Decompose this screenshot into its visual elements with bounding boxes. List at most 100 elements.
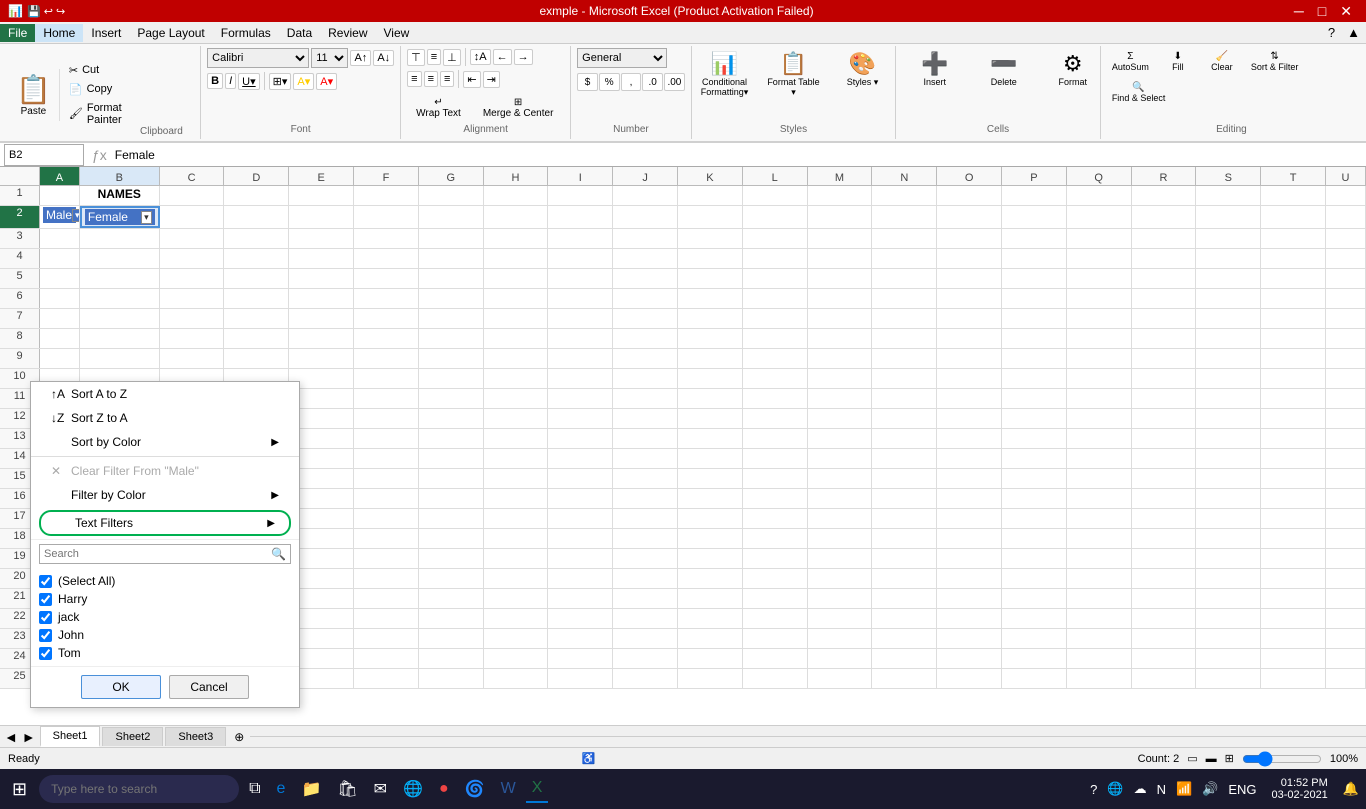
cell-r18[interactable]: [1132, 529, 1197, 548]
checkbox-harry[interactable]: [39, 593, 52, 606]
cell-c6[interactable]: [160, 289, 225, 308]
cell-r6[interactable]: [1132, 289, 1197, 308]
cell-i8[interactable]: [548, 329, 613, 348]
cell-l9[interactable]: [743, 349, 808, 368]
cell-l3[interactable]: [743, 229, 808, 248]
cell-r5[interactable]: [1132, 269, 1197, 288]
cell-k14[interactable]: [678, 449, 743, 468]
cell-l2[interactable]: [743, 206, 808, 228]
sort-filter-button[interactable]: ⇅ Sort & Filter: [1246, 48, 1304, 75]
cell-p6[interactable]: [1002, 289, 1067, 308]
cell-l1[interactable]: [743, 186, 808, 205]
cell-q10[interactable]: [1067, 369, 1132, 388]
row-num-2[interactable]: 2: [0, 206, 40, 228]
increase-indent-btn[interactable]: ⇥: [483, 71, 500, 88]
col-header-p[interactable]: P: [1002, 167, 1067, 185]
cell-f18[interactable]: [354, 529, 419, 548]
sheet-tab-3[interactable]: Sheet3: [165, 727, 226, 746]
cell-u1[interactable]: [1326, 186, 1366, 205]
mail-icon[interactable]: ✉: [368, 775, 393, 803]
cell-m3[interactable]: [808, 229, 873, 248]
cell-t22[interactable]: [1261, 609, 1326, 628]
cell-l18[interactable]: [743, 529, 808, 548]
cell-b1[interactable]: NAMES: [80, 186, 160, 205]
cell-d6[interactable]: [224, 289, 289, 308]
cell-i5[interactable]: [548, 269, 613, 288]
cut-button[interactable]: ✂ Cut: [64, 62, 127, 79]
col-header-a[interactable]: A: [40, 167, 80, 185]
cell-n10[interactable]: [872, 369, 937, 388]
cell-h21[interactable]: [484, 589, 549, 608]
cell-e4[interactable]: [289, 249, 354, 268]
cell-u6[interactable]: [1326, 289, 1366, 308]
cell-f9[interactable]: [354, 349, 419, 368]
copy-button[interactable]: 📄 Copy: [64, 81, 127, 98]
cell-u16[interactable]: [1326, 489, 1366, 508]
cell-j3[interactable]: [613, 229, 678, 248]
cell-i23[interactable]: [548, 629, 613, 648]
cell-m7[interactable]: [808, 309, 873, 328]
cell-s20[interactable]: [1196, 569, 1261, 588]
cell-g3[interactable]: [419, 229, 484, 248]
onenote-icon[interactable]: N: [1154, 780, 1169, 799]
cell-q15[interactable]: [1067, 469, 1132, 488]
cell-t21[interactable]: [1261, 589, 1326, 608]
menu-data[interactable]: Data: [279, 24, 320, 42]
checkbox-john[interactable]: [39, 629, 52, 642]
cell-h11[interactable]: [484, 389, 549, 408]
cell-o10[interactable]: [937, 369, 1002, 388]
cell-t5[interactable]: [1261, 269, 1326, 288]
cell-a7[interactable]: [40, 309, 80, 328]
cell-t8[interactable]: [1261, 329, 1326, 348]
cell-p5[interactable]: [1002, 269, 1067, 288]
cell-j12[interactable]: [613, 409, 678, 428]
number-format-select[interactable]: General: [577, 48, 667, 68]
cell-p1[interactable]: [1002, 186, 1067, 205]
cell-g20[interactable]: [419, 569, 484, 588]
cell-h9[interactable]: [484, 349, 549, 368]
cell-m20[interactable]: [808, 569, 873, 588]
cell-k11[interactable]: [678, 389, 743, 408]
menu-file[interactable]: File: [0, 24, 35, 42]
row-num-3[interactable]: 3: [0, 229, 40, 248]
cell-k15[interactable]: [678, 469, 743, 488]
search-input[interactable]: [40, 546, 267, 562]
col-header-n[interactable]: N: [872, 167, 937, 185]
cell-k16[interactable]: [678, 489, 743, 508]
row-num-8[interactable]: 8: [0, 329, 40, 348]
cell-f8[interactable]: [354, 329, 419, 348]
cell-q2[interactable]: [1067, 206, 1132, 228]
cell-u19[interactable]: [1326, 549, 1366, 568]
sheet-nav[interactable]: ◄ ►: [0, 729, 40, 745]
cell-i18[interactable]: [548, 529, 613, 548]
align-center-btn[interactable]: ≡: [424, 71, 438, 87]
cell-h23[interactable]: [484, 629, 549, 648]
col-header-s[interactable]: S: [1196, 167, 1261, 185]
cell-g9[interactable]: [419, 349, 484, 368]
cell-p7[interactable]: [1002, 309, 1067, 328]
cell-n5[interactable]: [872, 269, 937, 288]
cell-p22[interactable]: [1002, 609, 1067, 628]
cell-t9[interactable]: [1261, 349, 1326, 368]
cell-g21[interactable]: [419, 589, 484, 608]
cell-o12[interactable]: [937, 409, 1002, 428]
cell-s4[interactable]: [1196, 249, 1261, 268]
zoom-slider[interactable]: [1242, 751, 1322, 767]
cell-h10[interactable]: [484, 369, 549, 388]
cell-o5[interactable]: [937, 269, 1002, 288]
cell-o6[interactable]: [937, 289, 1002, 308]
cell-u22[interactable]: [1326, 609, 1366, 628]
cell-f4[interactable]: [354, 249, 419, 268]
cell-l12[interactable]: [743, 409, 808, 428]
cell-p24[interactable]: [1002, 649, 1067, 668]
cell-f14[interactable]: [354, 449, 419, 468]
cell-o25[interactable]: [937, 669, 1002, 688]
cell-m14[interactable]: [808, 449, 873, 468]
cell-h20[interactable]: [484, 569, 549, 588]
cell-o17[interactable]: [937, 509, 1002, 528]
cell-t17[interactable]: [1261, 509, 1326, 528]
cell-p13[interactable]: [1002, 429, 1067, 448]
cell-s15[interactable]: [1196, 469, 1261, 488]
cell-j13[interactable]: [613, 429, 678, 448]
cell-g23[interactable]: [419, 629, 484, 648]
